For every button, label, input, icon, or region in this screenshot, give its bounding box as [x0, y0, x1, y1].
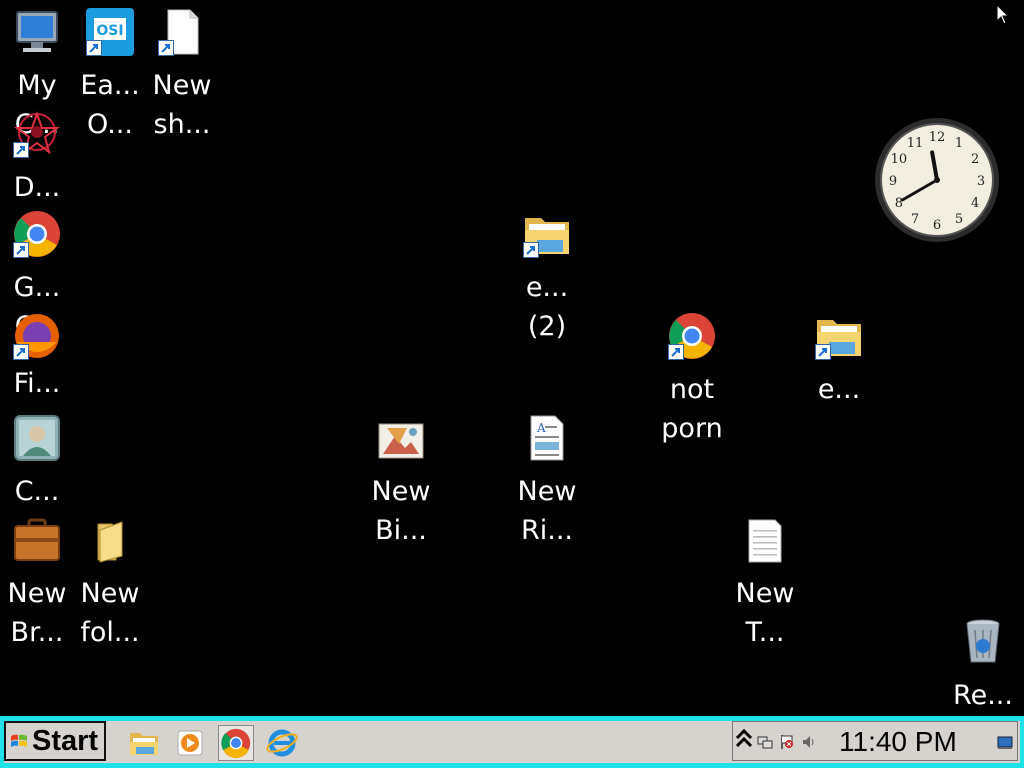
desktop-icon-label: e... (2) [525, 272, 569, 342]
desktop-icon-label: Ea... O... [80, 70, 140, 140]
mouse-cursor-icon [996, 4, 1010, 25]
desktop-icon-label: e... [817, 374, 861, 405]
taskbar-chrome-button[interactable] [218, 725, 254, 761]
media-player-icon [177, 730, 203, 756]
desktop-icon-label: Re... [953, 680, 1013, 711]
system-tray: 11:40 PM [732, 721, 1018, 761]
taskbar-body: Start 11:40 PM [4, 721, 1020, 763]
chrome-icon [221, 728, 251, 759]
red-star-app-icon [13, 110, 61, 158]
clock-hour-numeral: 12 [929, 130, 946, 145]
briefcase-icon [13, 516, 61, 564]
folder-icon [86, 516, 134, 564]
quick-launch-bar [126, 725, 300, 761]
svg-text:A: A [536, 421, 546, 435]
desktop-icon-label: New Bi... [371, 476, 431, 546]
taskbar-internet-explorer-button[interactable] [264, 725, 300, 761]
shortcut-arrow-icon [86, 40, 102, 56]
desktop-icon-label: Fi... [13, 368, 61, 399]
chrome-icon [13, 210, 61, 258]
contact-card-icon [13, 414, 61, 462]
shortcut-arrow-icon [158, 40, 174, 56]
clock-hour-numeral: 9 [889, 174, 897, 189]
desktop-icon-label: New sh... [152, 70, 212, 140]
network-icon[interactable] [757, 734, 773, 750]
volume-icon[interactable] [801, 734, 817, 750]
show-hidden-icons-chevron-icon[interactable] [735, 728, 753, 752]
rich-text-document-icon: A [523, 414, 571, 462]
clock-hour-numeral: 6 [933, 218, 941, 233]
windows-logo-icon [11, 734, 27, 747]
bitmap-image-icon [377, 414, 425, 462]
shortcut-arrow-icon [523, 242, 539, 258]
shortcut-arrow-icon [668, 344, 684, 360]
desktop: My C... OSI Ea... O... New sh... D... G.… [0, 0, 1024, 716]
clock-hour-numeral: 10 [891, 152, 908, 167]
shortcut-arrow-icon [13, 142, 29, 158]
shortcut-arrow-icon [13, 344, 29, 360]
clock-hour-numeral: 8 [895, 196, 903, 211]
computer-icon [13, 8, 61, 56]
start-button[interactable]: Start [4, 721, 106, 761]
clock-hour-numeral: 1 [955, 136, 963, 151]
clock-hour-numeral: 2 [971, 152, 979, 167]
svg-text:OSI: OSI [96, 23, 123, 39]
taskbar-clock[interactable]: 11:40 PM [839, 726, 957, 758]
internet-explorer-icon [266, 729, 298, 757]
desktop-icon-label: New fol... [80, 578, 140, 648]
chrome-icon [668, 312, 716, 360]
desktop-icon-label: D... [13, 172, 61, 203]
taskbar-media-player-button[interactable] [172, 725, 208, 761]
analog-clock-face: 12 12 3 45678 9 1011 [875, 118, 999, 242]
desktop-icon-label: C... [14, 476, 60, 507]
clock-hour-numeral: 7 [911, 212, 919, 227]
desktop-icon-label: not porn [661, 374, 723, 444]
shortcut-arrow-icon [815, 344, 831, 360]
clock-gadget[interactable]: 12 1 2 3 4 5 6 7 8 9 10 11 [873, 116, 1001, 244]
explorer-folder-icon [815, 312, 863, 360]
clock-hour-numeral: 4 [971, 196, 979, 211]
desktop-icon-label: New T... [735, 578, 795, 648]
desktop-icon-label: New Ri... [517, 476, 577, 546]
shortcut-arrow-icon [13, 242, 29, 258]
firefox-icon [13, 312, 61, 360]
blank-file-icon [158, 8, 206, 56]
clock-hour-numeral: 5 [955, 212, 963, 227]
easeus-todo-icon: OSI [86, 8, 134, 56]
text-document-icon [741, 516, 789, 564]
recycle-bin-icon [959, 618, 1007, 666]
taskbar: Start 11:40 PM [0, 716, 1024, 768]
file-explorer-icon [130, 733, 158, 755]
clock-hour-numeral: 11 [907, 136, 924, 151]
explorer-folder-icon [523, 210, 571, 258]
desktop-icon-label: New Br... [7, 578, 67, 648]
clock-hour-numeral: 3 [977, 174, 985, 189]
start-label: Start [32, 724, 99, 757]
show-desktop-icon[interactable] [997, 736, 1013, 750]
action-center-flag-icon[interactable] [779, 734, 795, 750]
taskbar-file-explorer-button[interactable] [126, 725, 162, 761]
